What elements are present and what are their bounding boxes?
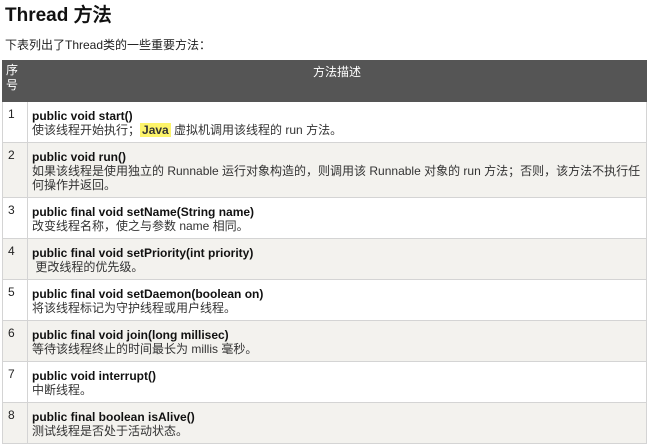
- row-description-cell: public final void setName(String name) 改…: [27, 197, 647, 239]
- method-description: 更改线程的优先级。: [32, 260, 144, 274]
- table-row: 6 public final void join(long millisec) …: [2, 320, 647, 362]
- column-header-description: 方法描述: [27, 60, 647, 102]
- row-description-cell: public final void setPriority(int priori…: [27, 238, 647, 280]
- method-signature: public final void setPriority(int priori…: [32, 246, 254, 260]
- row-number: 8: [2, 402, 28, 444]
- method-signature: public void run(): [32, 150, 126, 164]
- page: Thread 方法 下表列出了Thread类的一些重要方法： 序号 方法描述 1…: [0, 0, 650, 444]
- method-signature: public final void join(long millisec): [32, 328, 229, 342]
- intro-text: 下表列出了Thread类的一些重要方法：: [5, 38, 212, 52]
- page-title: Thread 方法: [5, 5, 112, 26]
- table-row: 1 public void start() 使该线程开始执行； Java 虚拟机调…: [2, 101, 647, 143]
- row-number: 6: [2, 320, 28, 362]
- method-signature: public void interrupt(): [32, 369, 156, 383]
- description-text: 使该线程开始执行；: [32, 123, 141, 137]
- row-description-cell: public final void join(long millisec) 等待…: [27, 320, 647, 362]
- method-description: 测试线程是否处于活动状态。: [32, 424, 189, 438]
- method-signature: public final void setName(String name): [32, 205, 255, 219]
- method-description: 中断线程。: [32, 383, 93, 397]
- java-keyword-link[interactable]: Java: [140, 123, 171, 137]
- method-description: 如果该线程是使用独立的 Runnable 运行对象构造的，则调用该 Runnab…: [32, 164, 641, 192]
- method-signature: public void start(): [32, 109, 133, 123]
- method-description: 将该线程标记为守护线程或用户线程。: [32, 301, 237, 315]
- table-row: 5 public final void setDaemon(boolean on…: [2, 279, 647, 321]
- row-description-cell: public void start() 使该线程开始执行； Java 虚拟机调用该…: [27, 101, 647, 143]
- description-text: 虚拟机调用该线程的 run 方法。: [170, 123, 343, 137]
- row-description-cell: public final boolean isAlive() 测试线程是否处于活…: [27, 402, 647, 444]
- table-row: 4 public final void setPriority(int prio…: [2, 238, 647, 280]
- method-description: 等待该线程终止的时间最长为 millis 毫秒。: [32, 342, 258, 356]
- table-header-row: 序号 方法描述: [2, 60, 647, 102]
- table-row: 7 public void interrupt() 中断线程。: [2, 361, 647, 403]
- methods-table: 序号 方法描述 1 public void start() 使该线程开始执行； J…: [2, 60, 647, 444]
- method-signature: public final void setDaemon(boolean on): [32, 287, 264, 301]
- row-description-cell: public void run() 如果该线程是使用独立的 Runnable 运…: [27, 142, 647, 198]
- column-header-index: 序号: [2, 60, 28, 102]
- table-row: 3 public final void setName(String name)…: [2, 197, 647, 239]
- row-number: 5: [2, 279, 28, 321]
- row-number: 4: [2, 238, 28, 280]
- row-description-cell: public void interrupt() 中断线程。: [27, 361, 647, 403]
- row-description-cell: public final void setDaemon(boolean on) …: [27, 279, 647, 321]
- method-description: 改变线程名称，使之与参数 name 相同。: [32, 219, 249, 233]
- method-signature: public final boolean isAlive(): [32, 410, 195, 424]
- row-number: 2: [2, 142, 28, 198]
- method-description: 使该线程开始执行； Java 虚拟机调用该线程的 run 方法。: [32, 123, 642, 137]
- row-number: 3: [2, 197, 28, 239]
- table-row: 8 public final boolean isAlive() 测试线程是否处…: [2, 402, 647, 444]
- table-row: 2 public void run() 如果该线程是使用独立的 Runnable…: [2, 142, 647, 198]
- row-number: 7: [2, 361, 28, 403]
- row-number: 1: [2, 101, 28, 143]
